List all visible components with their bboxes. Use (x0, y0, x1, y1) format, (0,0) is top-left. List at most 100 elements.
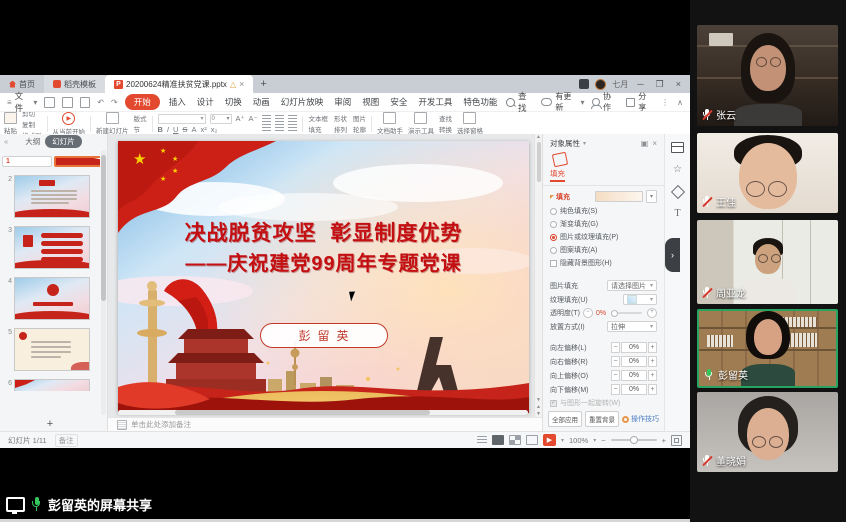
shape-panel-icon[interactable] (670, 185, 684, 199)
increase-font-icon[interactable]: A⁺ (236, 114, 245, 123)
more-options-icon[interactable]: ⋮ (661, 98, 669, 107)
fill-color-swatch[interactable] (595, 191, 643, 202)
slide-canvas[interactable]: ★ ★ ★ ★ ★ (118, 141, 529, 413)
zoom-slider[interactable] (611, 439, 657, 441)
redo-icon[interactable]: ↷ (111, 98, 118, 107)
effects-star-icon[interactable]: ☆ (673, 165, 682, 175)
collapse-panel-tab[interactable]: › (665, 238, 680, 272)
participant-video-pengliuying[interactable]: 彭留英 (697, 309, 838, 388)
update-button[interactable]: 有更新 ▾ (541, 91, 584, 113)
align-center-icon[interactable] (275, 124, 284, 132)
pin-icon[interactable]: ▣ (641, 139, 649, 148)
offset-right-minus[interactable]: − (611, 356, 620, 367)
share-button[interactable]: 分享 (626, 91, 653, 113)
zoom-caret[interactable]: ▾ (593, 437, 596, 444)
picture-select-dropdown[interactable]: 请选择图片▾ (607, 280, 657, 291)
tab-document[interactable]: P 20200624精准扶贫党课.pptx △ × (105, 75, 253, 93)
italic-button[interactable]: I (167, 125, 169, 134)
undo-icon[interactable]: ↶ (97, 98, 104, 107)
radio-solid-fill[interactable] (550, 208, 557, 215)
superscript-button[interactable]: x² (200, 125, 206, 134)
font-size-combobox[interactable]: 0▾ (210, 114, 232, 124)
fill-tab[interactable]: 填充 (550, 153, 572, 182)
fill-color-dropdown[interactable]: ▾ (646, 190, 657, 203)
selection-pane-button[interactable]: 选择窗格 (457, 112, 483, 135)
new-tab-button[interactable]: + (253, 75, 273, 93)
scroll-up-icon[interactable]: ▲ (536, 134, 541, 140)
search-button[interactable]: 查找 (506, 90, 534, 114)
participant-video-dongxiaojuan[interactable]: 董晓娟 (697, 392, 838, 472)
offset-up-plus[interactable]: + (648, 370, 657, 381)
restore-button[interactable]: ❐ (653, 79, 667, 90)
copy-button[interactable]: 复制 (22, 119, 42, 129)
offset-left-minus[interactable]: − (611, 342, 620, 353)
indent-icon[interactable] (288, 115, 297, 123)
save-icon[interactable] (44, 97, 55, 108)
placement-dropdown[interactable]: 拉伸▾ (607, 321, 657, 332)
slide-editor[interactable]: ★ ★ ★ ★ ★ (108, 134, 542, 431)
tips-link[interactable]: 操作技巧 (622, 414, 659, 424)
participant-video-zhouyalong[interactable]: 周亚龙 (697, 220, 838, 304)
menu-tab-security[interactable]: 安全 (388, 95, 409, 109)
slide-thumbnail-6[interactable] (14, 379, 90, 391)
align-right-icon[interactable] (288, 124, 297, 132)
offset-down-plus[interactable]: + (648, 384, 657, 395)
add-slide-button[interactable]: + (0, 418, 100, 430)
outline-button[interactable]: 轮廓 (353, 124, 366, 134)
arrange-button[interactable]: 排列 (334, 124, 347, 134)
participant-video-wangjia[interactable]: 王佳 (697, 133, 838, 213)
menu-tab-devtools[interactable]: 开发工具 (416, 95, 454, 109)
bullet-list-icon[interactable] (262, 115, 271, 123)
transparency-minus-button[interactable]: − (583, 308, 593, 318)
font-name-combobox[interactable]: ▾ (158, 114, 206, 124)
offset-down-minus[interactable]: − (611, 384, 620, 395)
transparency-slider[interactable] (611, 312, 642, 314)
hide-background-checkbox[interactable] (550, 260, 557, 267)
preview-icon[interactable] (80, 97, 91, 108)
cut-button[interactable]: 剪切 (22, 112, 42, 118)
offset-left-plus[interactable]: + (648, 342, 657, 353)
font-color-button[interactable]: A (191, 125, 196, 134)
vertical-scrollbar[interactable]: ▲ ▼ ▲ ▼ (534, 134, 542, 418)
paste-button[interactable]: 粘贴 (4, 112, 17, 135)
picture-button[interactable]: 图片 (353, 113, 366, 123)
account-name[interactable]: 七月 (612, 79, 628, 90)
decrease-font-icon[interactable]: A⁻ (248, 114, 257, 123)
textbox-button[interactable]: 文本框 (308, 113, 328, 123)
play-from-current-button[interactable]: ▶ 从当前开始 (53, 112, 86, 136)
menu-tab-design[interactable]: 设计 (195, 95, 216, 109)
notes-bar[interactable]: 单击此处添加备注 (108, 417, 542, 431)
number-list-icon[interactable] (275, 115, 284, 123)
new-slide-button[interactable]: 新建幻灯片 (96, 112, 129, 135)
slide-thumbnail-5[interactable] (14, 328, 90, 371)
horizontal-scrollbar[interactable] (118, 410, 528, 415)
menu-tab-view[interactable]: 视图 (360, 95, 381, 109)
current-view-icon[interactable] (492, 435, 504, 445)
slideshow-play-button[interactable]: ▶ (543, 434, 556, 446)
slide-thumbnail-2[interactable] (14, 175, 90, 218)
play-options-caret[interactable]: ▾ (561, 437, 564, 444)
shapes-button[interactable]: 形状 (334, 113, 347, 123)
zoom-level[interactable]: 100% (569, 436, 588, 445)
texture-dropdown[interactable]: ▾ (623, 294, 657, 305)
thumbnail-scrollbar[interactable] (101, 150, 106, 415)
menu-tab-home[interactable]: 开始 (125, 94, 160, 110)
slide-thumbnail-4[interactable] (14, 277, 90, 320)
apply-all-button[interactable]: 全部应用 (548, 411, 582, 427)
layout-button[interactable]: 版式 (134, 113, 147, 123)
scroll-down-icon[interactable]: ▼ (536, 397, 541, 403)
collaborate-button[interactable]: 协作 (592, 91, 617, 113)
menu-tab-slideshow[interactable]: 幻灯片放映 (279, 95, 326, 109)
offset-down-value[interactable]: 0% (621, 384, 647, 395)
menu-tab-animation[interactable]: 动画 (251, 95, 272, 109)
subscript-button[interactable]: x₂ (211, 125, 218, 134)
align-left-icon[interactable] (262, 124, 271, 132)
zoom-in-button[interactable]: + (662, 436, 666, 445)
notes-toggle-button[interactable]: 备注 (55, 434, 78, 447)
offset-right-plus[interactable]: + (648, 356, 657, 367)
menu-tab-features[interactable]: 特色功能 (461, 95, 499, 109)
offset-left-value[interactable]: 0% (621, 342, 647, 353)
convert-button[interactable]: 转换 (439, 124, 452, 134)
underline-button[interactable]: U (173, 125, 178, 134)
close-window-button[interactable]: × (673, 79, 684, 89)
